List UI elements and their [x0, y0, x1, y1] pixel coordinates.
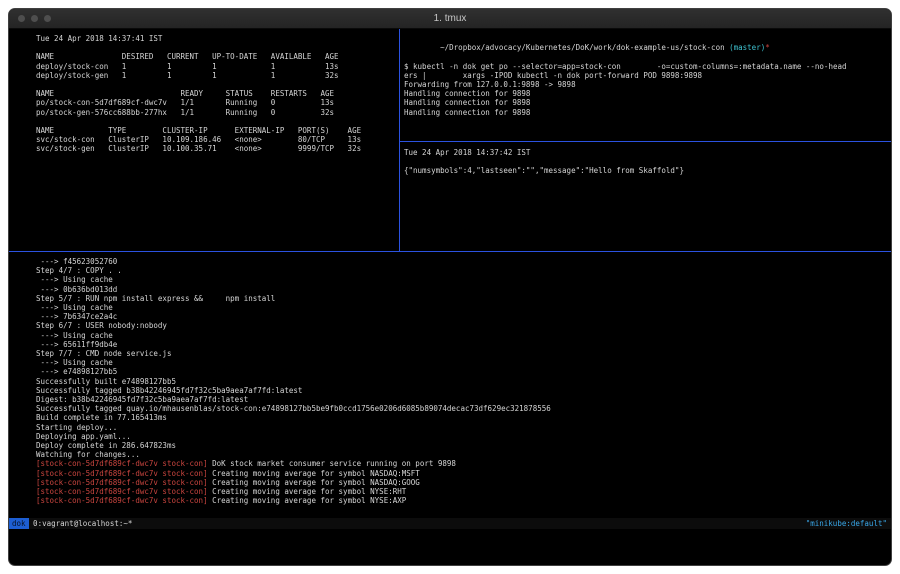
minimize-button[interactable] — [31, 15, 38, 22]
tmux-session: Tue 24 Apr 2018 14:37:41 IST NAME DESIRE… — [9, 29, 891, 565]
zoom-button[interactable] — [44, 15, 51, 22]
close-button[interactable] — [18, 15, 25, 22]
log-line: [stock-con-5d7df689cf-dwc7v stock-con] D… — [36, 459, 551, 468]
log-message: Creating moving average for symbol NYSE:… — [208, 496, 407, 505]
log-message: DoK stock market consumer service runnin… — [208, 459, 456, 468]
traffic-lights — [18, 9, 51, 28]
log-prefix: [stock-con-5d7df689cf-dwc7v stock-con] — [36, 496, 208, 505]
session-name-badge: dok — [9, 518, 29, 529]
window-titlebar[interactable]: 1. tmux — [9, 9, 891, 29]
log-prefix: [stock-con-5d7df689cf-dwc7v stock-con] — [36, 459, 208, 468]
log-prefix: [stock-con-5d7df689cf-dwc7v stock-con] — [36, 469, 208, 478]
log-line: [stock-con-5d7df689cf-dwc7v stock-con] C… — [36, 469, 551, 478]
log-prefix: [stock-con-5d7df689cf-dwc7v stock-con] — [36, 478, 208, 487]
log-line: [stock-con-5d7df689cf-dwc7v stock-con] C… — [36, 478, 551, 487]
pane-kubectl-watch[interactable]: Tue 24 Apr 2018 14:37:41 IST NAME DESIRE… — [36, 34, 361, 154]
window-title: 1. tmux — [9, 13, 891, 24]
log-line: [stock-con-5d7df689cf-dwc7v stock-con] C… — [36, 487, 551, 496]
pane-divider-vertical[interactable] — [399, 29, 400, 251]
log-line: [stock-con-5d7df689cf-dwc7v stock-con] C… — [36, 496, 551, 505]
shell-prompt-path: ~/Dropbox/advocacy/Kubernetes/DoK/work/d… — [440, 43, 729, 52]
log-message: Creating moving average for symbol NASDA… — [208, 469, 420, 478]
log-message: Creating moving average for symbol NYSE:… — [208, 487, 407, 496]
kube-context-indicator: "minikube:default" — [806, 519, 891, 528]
pane-divider-right-horizontal[interactable] — [399, 141, 891, 142]
build-log: ---> f45623052760 Step 4/7 : COPY . . --… — [36, 257, 551, 459]
log-prefix: [stock-con-5d7df689cf-dwc7v stock-con] — [36, 487, 208, 496]
pane-shell[interactable]: ~/Dropbox/advocacy/Kubernetes/DoK/work/d… — [404, 34, 847, 117]
window-list-item[interactable]: 0:vagrant@localhost:~* — [29, 519, 133, 528]
tmux-status-bar: dok 0:vagrant@localhost:~* "minikube:def… — [9, 518, 891, 529]
log-message: Creating moving average for symbol NASDA… — [208, 478, 420, 487]
pane-divider-horizontal[interactable] — [9, 251, 891, 252]
git-dirty-flag: * — [765, 43, 770, 52]
git-branch-label: (master) — [729, 43, 765, 52]
terminal-window: 1. tmux Tue 24 Apr 2018 14:37:41 IST NAM… — [8, 8, 892, 566]
pane-skaffold-log[interactable]: ---> f45623052760 Step 4/7 : COPY . . --… — [36, 257, 551, 505]
shell-output: $ kubectl -n dok get po --selector=app=s… — [404, 62, 847, 117]
pane-service-watch[interactable]: Tue 24 Apr 2018 14:37:42 IST {"numsymbol… — [404, 148, 684, 176]
shell-prompt-line: ~/Dropbox/advocacy/Kubernetes/DoK/work/d… — [404, 34, 847, 62]
